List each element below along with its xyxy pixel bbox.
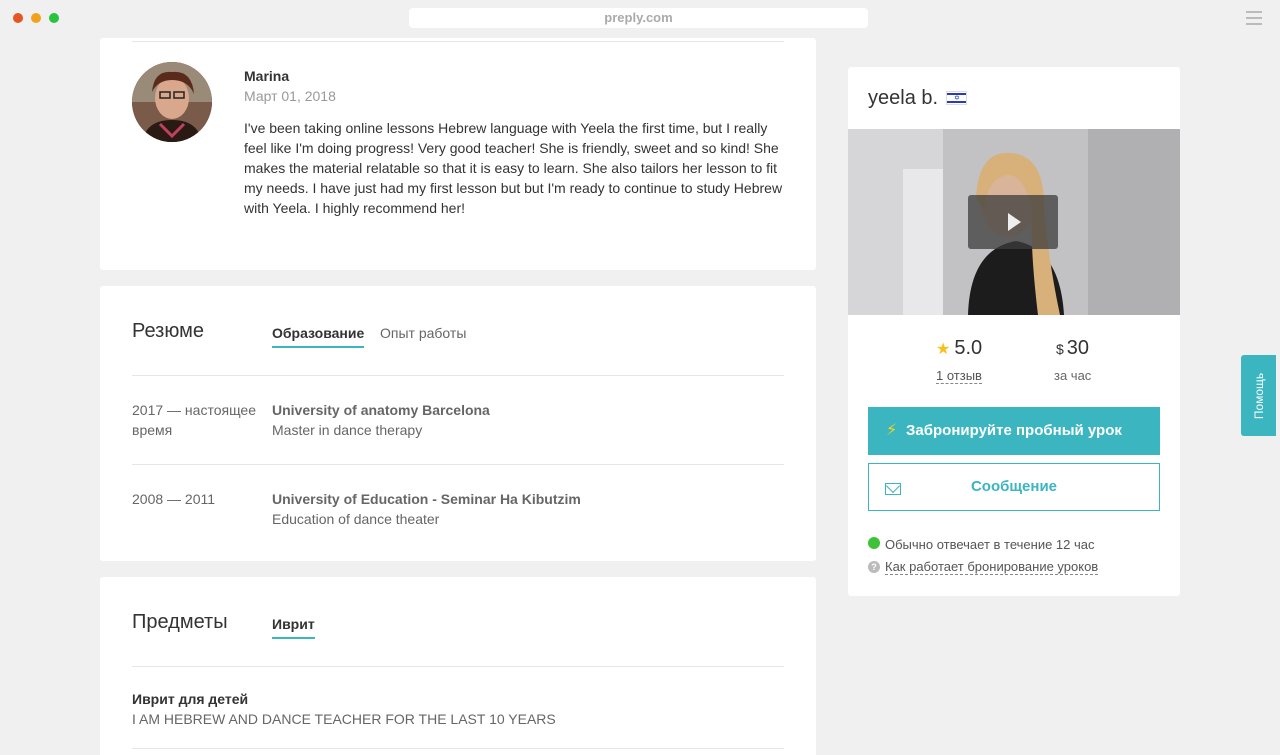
education-degree: Education of dance theater bbox=[272, 511, 440, 527]
divider bbox=[132, 748, 784, 749]
star-icon: ★ bbox=[936, 341, 951, 358]
reviews-link[interactable]: 1 отзыв bbox=[936, 368, 982, 384]
play-button[interactable] bbox=[968, 195, 1058, 249]
help-label: Помощь bbox=[1251, 372, 1266, 419]
play-icon bbox=[1008, 213, 1021, 231]
window-maximize-button[interactable] bbox=[49, 13, 59, 23]
review-card: Marina Март 01, 2018 I've been taking on… bbox=[100, 38, 816, 270]
online-status-icon bbox=[868, 537, 880, 549]
divider bbox=[132, 375, 784, 376]
rating-value: 5.0 bbox=[954, 337, 983, 359]
tutor-sidebar: yeela b. ✡ ★ 5.0 1 отзыв $30 за час ⚡ Заб… bbox=[848, 67, 1180, 596]
reviewer-avatar bbox=[132, 62, 212, 142]
divider bbox=[132, 666, 784, 667]
israel-flag-icon: ✡ bbox=[946, 91, 967, 105]
rating: ★ 5.0 bbox=[936, 337, 982, 360]
tutor-name: yeela b. bbox=[868, 87, 939, 109]
hamburger-menu-icon[interactable] bbox=[1246, 11, 1262, 25]
review-date: Март 01, 2018 bbox=[244, 88, 336, 104]
reviewer-name: Marina bbox=[244, 68, 290, 84]
question-icon: ? bbox=[868, 561, 880, 573]
message-button[interactable]: Сообщение bbox=[868, 463, 1160, 511]
resume-title: Резюме bbox=[132, 320, 204, 342]
price: $30 bbox=[1056, 337, 1089, 360]
tab-hebrew[interactable]: Иврит bbox=[272, 616, 315, 639]
subject-description: I AM HEBREW AND DANCE TEACHER FOR THE LA… bbox=[132, 711, 556, 727]
message-label: Сообщение bbox=[970, 478, 1058, 495]
intro-video[interactable] bbox=[848, 129, 1180, 315]
book-trial-button[interactable]: ⚡ Забронируйте пробный урок bbox=[868, 407, 1160, 455]
currency-symbol: $ bbox=[1056, 341, 1064, 357]
window-minimize-button[interactable] bbox=[31, 13, 41, 23]
lightning-icon: ⚡ bbox=[886, 422, 898, 439]
divider bbox=[132, 464, 784, 465]
tab-education[interactable]: Образование bbox=[272, 325, 365, 348]
book-trial-label: Забронируйте пробный урок bbox=[906, 422, 1122, 439]
subjects-title: Предметы bbox=[132, 611, 228, 633]
price-unit: за час bbox=[1054, 368, 1092, 383]
subjects-card: Предметы Иврит Иврит для детей I AM HEBR… bbox=[100, 577, 816, 755]
subject-title: Иврит для детей bbox=[132, 691, 249, 707]
help-tab[interactable]: Помощь bbox=[1241, 355, 1276, 436]
education-period: 2017 — настоящее время bbox=[132, 402, 256, 438]
education-degree: Master in dance therapy bbox=[272, 422, 423, 438]
window-close-button[interactable] bbox=[13, 13, 23, 23]
browser-chrome: preply.com bbox=[0, 0, 1280, 38]
resume-card: Резюме Образование Опыт работы 2017 — на… bbox=[100, 286, 816, 561]
response-time-text: Обычно отвечает в течение 12 час bbox=[885, 537, 1095, 552]
review-text: I've been taking online lessons Hebrew l… bbox=[244, 120, 783, 216]
price-value: 30 bbox=[1066, 337, 1090, 359]
education-period: 2008 — 2011 bbox=[132, 491, 216, 507]
education-school: University of anatomy Barcelona bbox=[272, 402, 490, 418]
divider bbox=[132, 41, 784, 42]
education-school: University of Education - Seminar Ha Kib… bbox=[272, 491, 581, 507]
how-booking-works-link[interactable]: Как работает бронирование уроков bbox=[885, 559, 1099, 575]
envelope-icon bbox=[885, 483, 901, 495]
address-bar[interactable]: preply.com bbox=[409, 8, 868, 28]
tab-work-experience[interactable]: Опыт работы bbox=[380, 325, 466, 346]
